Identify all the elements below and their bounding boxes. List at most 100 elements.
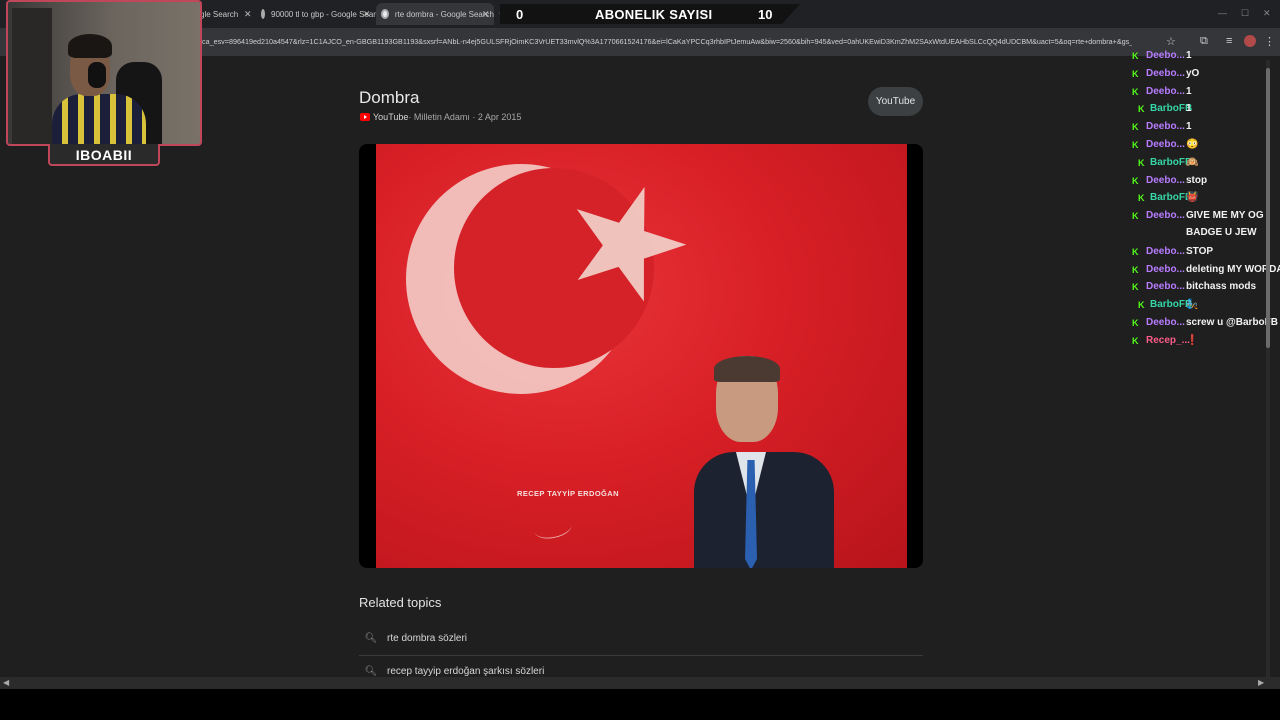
chat-badge-icon: K [1132, 335, 1139, 346]
portrait-hair [714, 356, 780, 382]
chat-text: bitchass mods [1186, 281, 1257, 293]
tab-google-search[interactable]: gle Search ✕ [200, 3, 254, 25]
tab-close-icon[interactable]: ✕ [244, 9, 252, 20]
minimize-icon[interactable]: — [1218, 8, 1227, 18]
chat-username[interactable]: Deebo... [1146, 139, 1185, 150]
chat-username[interactable]: Deebo... [1146, 121, 1185, 132]
chat-message: K Deebo... bitchass mods [1128, 278, 1268, 296]
tab-rte-dombra[interactable]: rte dombra - Google Search ✕ [376, 3, 494, 25]
webcam-door [12, 8, 52, 144]
result-title[interactable]: Dombra [359, 88, 419, 108]
chat-message: K Deebo... yO [1128, 65, 1268, 83]
video-player[interactable]: RECEP TAYYİP ERDOĞAN [359, 144, 923, 568]
chat-username[interactable]: Deebo... [1146, 50, 1185, 61]
chat-message: K Deebo... stop [1128, 172, 1268, 190]
tab-close-icon[interactable]: ✕ [482, 9, 490, 20]
webcam-hair [68, 34, 112, 58]
chat-badge-icon: K [1132, 68, 1139, 79]
menu-list-icon[interactable]: ≡ [1226, 35, 1232, 47]
video-thumbnail: RECEP TAYYİP ERDOĞAN [376, 144, 907, 568]
search-icon: 🔍︎ [364, 665, 378, 677]
source-name: YouTube [373, 112, 409, 122]
portrait-figure [694, 356, 844, 568]
portrait-suit [694, 452, 834, 568]
chat-text: 1 [1186, 121, 1192, 133]
chat-message: K Deebo... STOP [1128, 243, 1268, 261]
webcam-shirt [52, 94, 146, 144]
chat-text: 1 [1186, 50, 1192, 61]
tab-label: rte dombra - Google Search [394, 9, 494, 19]
subscriber-goal: 10 [758, 7, 773, 22]
chat-text: 👹 [1186, 192, 1199, 204]
subscriber-current: 0 [516, 7, 524, 22]
streamer-name: IBOABII [48, 144, 160, 166]
chat-badge-icon: K [1138, 300, 1145, 311]
chat-message: K Deebo... 1 [1128, 83, 1268, 101]
maximize-icon[interactable]: ☐ [1241, 8, 1249, 19]
signature-mark [532, 514, 574, 542]
tab-currency-search[interactable]: 90000 tl to gbp - Google Search ✕ [261, 3, 384, 25]
related-topics-heading: Related topics [359, 595, 442, 610]
horizontal-scrollbar[interactable]: ◀ ▶ [0, 677, 1280, 689]
chat-message: K BarboFB 1 [1128, 100, 1268, 118]
chat-username[interactable]: Deebo... [1146, 86, 1185, 97]
chat-username[interactable]: Deebo... [1146, 175, 1185, 186]
chat-text: yO [1186, 67, 1200, 79]
chat-message: K Deebo... deleting MY WORDA [1128, 261, 1280, 279]
chat-badge-icon: K [1132, 317, 1139, 328]
bottom-bar [0, 689, 1280, 720]
chat-badge-icon: K [1132, 51, 1139, 61]
chat-message: K BarboFB 🙉 [1128, 154, 1268, 172]
scrollbar-thumb[interactable] [1266, 68, 1270, 348]
chat-text: 🧞 [1186, 299, 1199, 311]
chat-username[interactable]: Deebo... [1146, 246, 1185, 257]
vertical-scrollbar[interactable] [1266, 60, 1270, 680]
chat-username[interactable]: Deebo... [1146, 264, 1185, 275]
chat-badge-icon: K [1132, 140, 1139, 150]
chat-message: K Deebo... GIVE ME MY OG [1128, 207, 1268, 225]
youtube-button[interactable]: YouTube [868, 87, 923, 116]
tab-label: gle Search [200, 9, 239, 19]
chat-username[interactable]: Deebo... [1146, 68, 1185, 79]
webcam-feed [6, 0, 202, 146]
google-favicon-icon [381, 9, 389, 19]
chat-text: STOP [1186, 245, 1214, 257]
chat-text: 😳 [1186, 139, 1199, 150]
chat-text: screw u @BarboFB [1186, 316, 1278, 328]
google-favicon-icon [261, 9, 265, 19]
chat-message: K BarboFB 👹 [1128, 189, 1268, 207]
chat-username[interactable]: Deebo... [1146, 281, 1185, 292]
result-source[interactable]: YouTube · Milletin Adamı · 2 Apr 2015 [360, 112, 521, 122]
chat-badge-icon: K [1132, 122, 1139, 133]
chat-badge-icon: K [1138, 193, 1145, 204]
chat-text: GIVE ME MY OG [1186, 210, 1264, 222]
chat-username[interactable]: Deebo... [1146, 210, 1185, 221]
headset-icon [88, 62, 106, 88]
chat-message: K Deebo... 1 [1128, 47, 1268, 65]
close-window-icon[interactable]: ✕ [1263, 8, 1271, 19]
chat-badge-icon: K [1132, 264, 1139, 275]
chat-username[interactable]: Deebo... [1146, 317, 1185, 328]
youtube-icon [360, 113, 370, 121]
chat-message: K Deebo... 😳 [1128, 136, 1268, 154]
chat-username[interactable]: Recep_... [1146, 335, 1190, 346]
subscriber-title: ABONELIK SAYISI [595, 7, 713, 22]
related-topic-item[interactable]: 🔍︎ rte dombra sözleri [359, 623, 923, 653]
chat-message: K Recep_... ❗ [1128, 332, 1268, 350]
chat-badge-icon: K [1138, 157, 1145, 168]
chat-message: K BarboFB 🧞 [1128, 296, 1268, 314]
video-caption: RECEP TAYYİP ERDOĞAN [517, 489, 619, 498]
chat-text: 1 [1186, 85, 1192, 97]
chat-message: K Deebo... 1 [1128, 118, 1268, 136]
scroll-right-icon[interactable]: ▶ [1258, 678, 1264, 687]
related-topic-label: rte dombra sözleri [387, 632, 468, 644]
profile-avatar[interactable] [1244, 35, 1256, 47]
tab-close-icon[interactable]: ✕ [363, 9, 371, 20]
chat-badge-icon: K [1132, 246, 1139, 257]
chat-badge-icon: K [1132, 211, 1139, 222]
chat-badge-icon: K [1132, 282, 1139, 293]
source-meta: · Milletin Adamı · 2 Apr 2015 [408, 112, 522, 122]
url-field[interactable]: ca_esv=896419ed210a4547&rlz=1C1AJCO_en-G… [202, 37, 1132, 46]
chat-text: 1 [1186, 103, 1192, 115]
scroll-left-icon[interactable]: ◀ [3, 678, 9, 687]
